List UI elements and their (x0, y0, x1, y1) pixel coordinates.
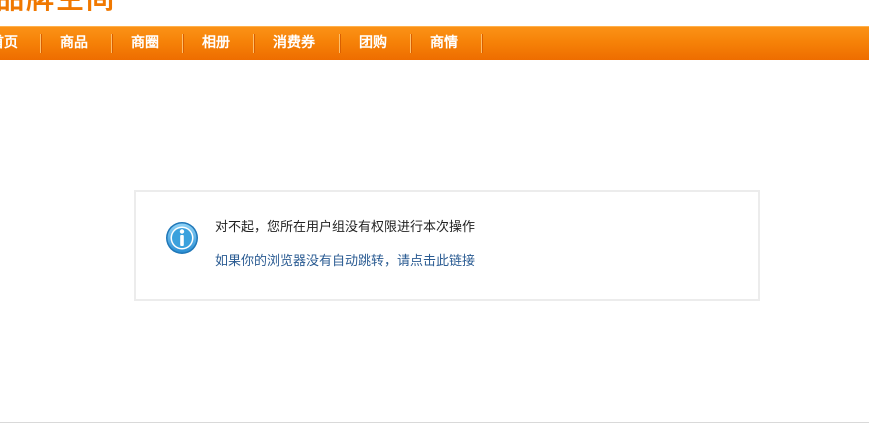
info-icon (165, 221, 199, 255)
footer-divider (0, 422, 869, 423)
main-nav: 首页 商品 商圈 相册 消费券 团购 商情 (0, 26, 869, 60)
nav-item-products[interactable]: 商品 (60, 27, 88, 60)
permission-denied-message: 对不起，您所在用户组没有权限进行本次操作 (215, 220, 476, 235)
nav-item-business-info[interactable]: 商情 (430, 27, 458, 60)
nav-item-home[interactable]: 首页 (0, 27, 18, 60)
nav-divider (40, 34, 41, 53)
nav-divider (111, 34, 112, 53)
message-box: 对不起，您所在用户组没有权限进行本次操作 如果你的浏览器没有自动跳转，请点击此链… (134, 190, 760, 301)
page: 品牌空间 首页 商品 商圈 相册 消费券 团购 商情 (0, 0, 869, 436)
nav-item-albums[interactable]: 相册 (202, 27, 230, 60)
redirect-link[interactable]: 如果你的浏览器没有自动跳转，请点击此链接 (215, 254, 475, 270)
nav-item-group-buy[interactable]: 团购 (359, 27, 387, 60)
nav-divider (253, 34, 254, 53)
nav-item-business-circle[interactable]: 商圈 (131, 27, 159, 60)
nav-divider (481, 34, 482, 53)
nav-item-coupons[interactable]: 消费券 (273, 27, 315, 60)
nav-divider (339, 34, 340, 53)
nav-divider (410, 34, 411, 53)
nav-divider (182, 34, 183, 53)
site-logo[interactable]: 品牌空间 (0, 0, 116, 12)
